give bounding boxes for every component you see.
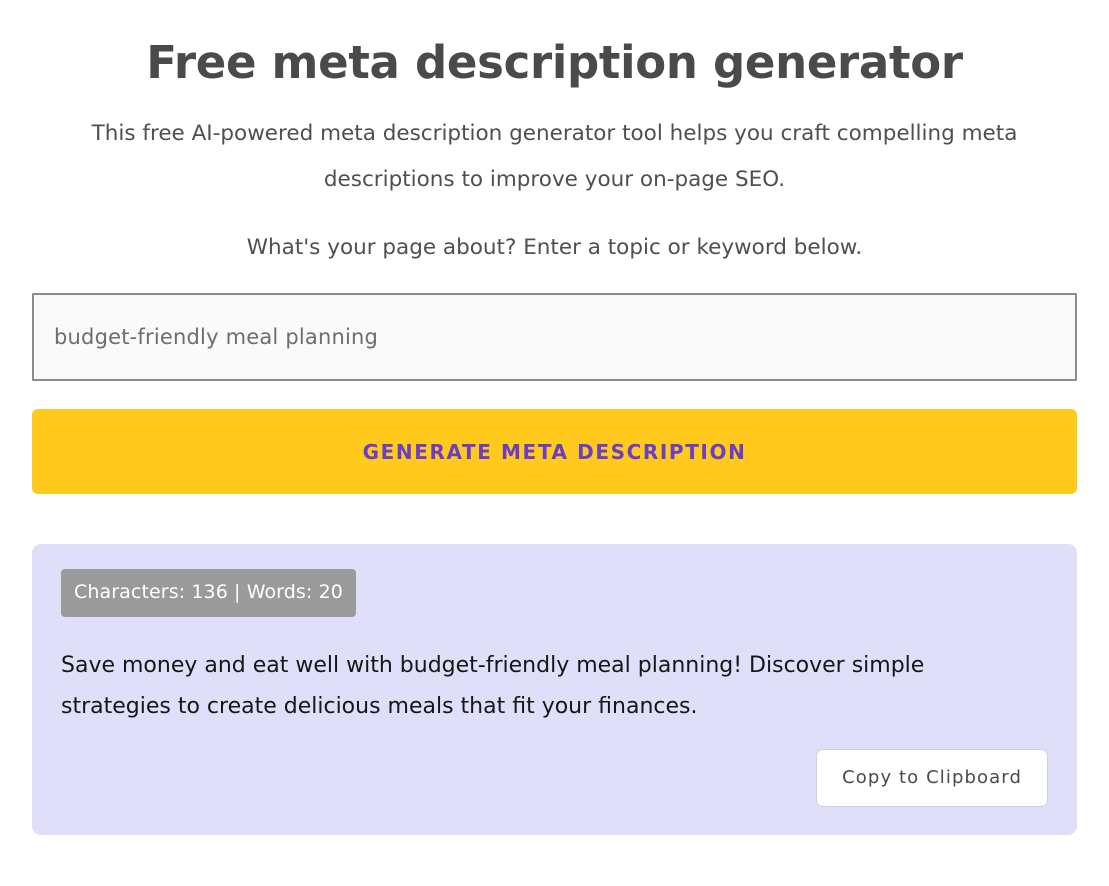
status-badge: Characters: 136 | Words: 20 <box>61 569 356 618</box>
copy-to-clipboard-button[interactable]: Copy to Clipboard <box>816 749 1048 808</box>
copy-button-row: Copy to Clipboard <box>61 727 1048 808</box>
prompt-text: What's your page about? Enter a topic or… <box>246 235 863 261</box>
result-panel: Characters: 136 | Words: 20 Save money a… <box>32 544 1077 836</box>
meta-description-generator-page: Free meta description generator This fre… <box>0 0 1109 886</box>
intro-line-1: This free AI-powered meta description ge… <box>91 121 1018 147</box>
intro-paragraph: This free AI-powered meta description ge… <box>32 89 1077 203</box>
generate-meta-description-button[interactable]: Generate meta description <box>32 409 1077 495</box>
intro-line-2: descriptions to improve your on-page SEO… <box>323 167 786 193</box>
generated-meta-description: Save money and eat well with budget-frie… <box>61 653 925 720</box>
page-title: Free meta description generator <box>146 36 963 89</box>
topic-input[interactable] <box>32 293 1077 382</box>
